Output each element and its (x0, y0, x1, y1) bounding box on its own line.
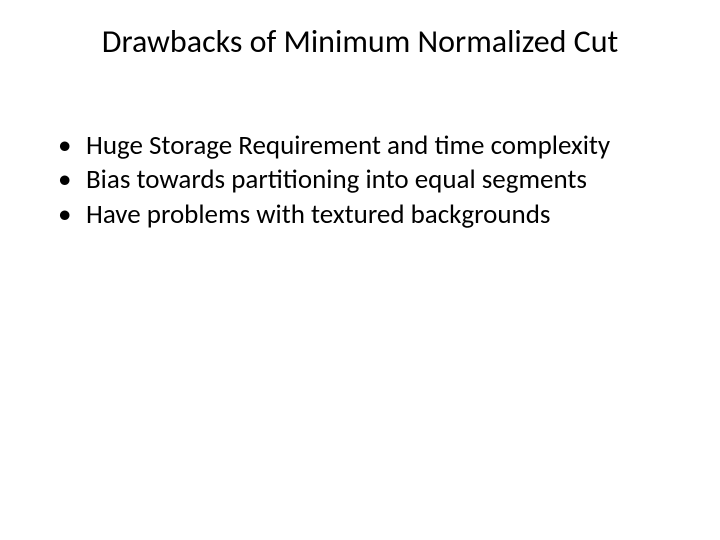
bullet-icon: • (52, 164, 86, 196)
bullet-icon: • (52, 199, 86, 231)
slide: Drawbacks of Minimum Normalized Cut • Hu… (0, 0, 720, 540)
bullet-text: Huge Storage Requirement and time comple… (86, 130, 680, 162)
bullet-text: Bias towards partitioning into equal seg… (86, 164, 680, 196)
bullet-icon: • (52, 130, 86, 162)
list-item: • Have problems with textured background… (52, 199, 680, 231)
list-item: • Huge Storage Requirement and time comp… (52, 130, 680, 162)
slide-title: Drawbacks of Minimum Normalized Cut (0, 22, 720, 61)
bullet-text: Have problems with textured backgrounds (86, 199, 680, 231)
list-item: • Bias towards partitioning into equal s… (52, 164, 680, 196)
slide-body: • Huge Storage Requirement and time comp… (52, 130, 680, 233)
